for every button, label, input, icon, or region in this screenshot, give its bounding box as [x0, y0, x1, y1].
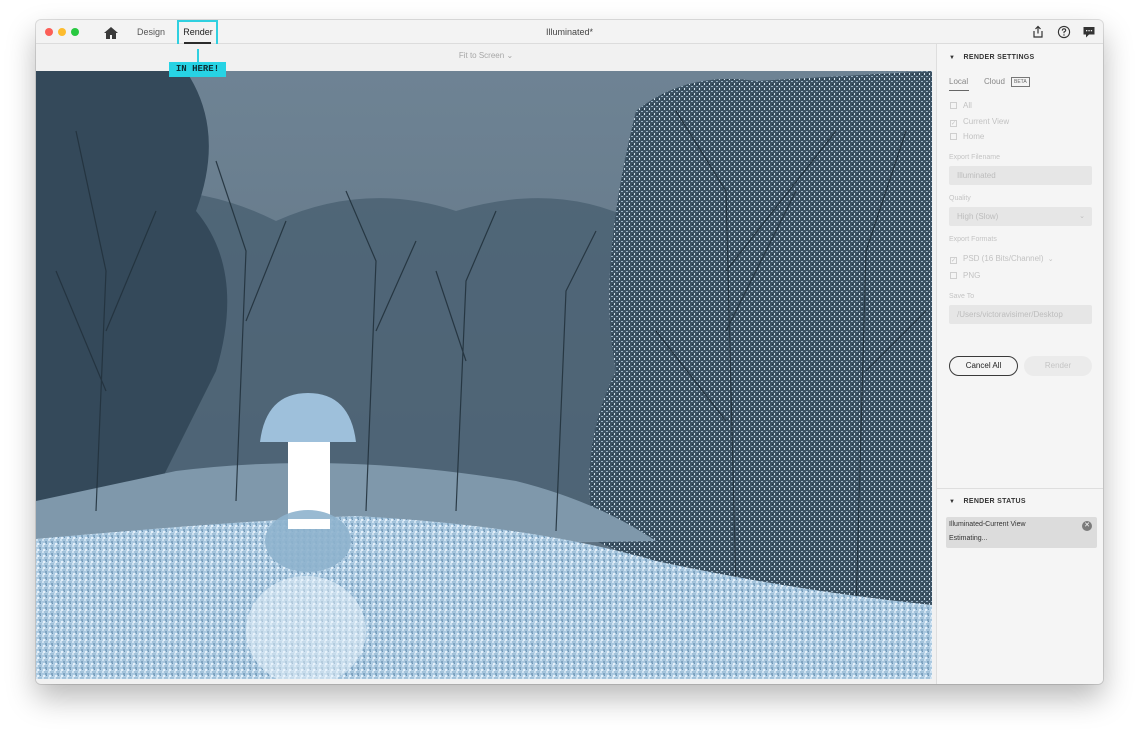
save-to-input[interactable]: /Users/victoravisimer/Desktop: [949, 305, 1092, 324]
cancel-all-button[interactable]: Cancel All: [949, 356, 1018, 376]
help-icon[interactable]: [1057, 25, 1071, 39]
chevron-down-icon: ⌄: [506, 51, 514, 60]
render-settings-header[interactable]: ▼ RENDER SETTINGS: [949, 54, 1035, 61]
home-icon[interactable]: [102, 25, 120, 41]
close-window-button[interactable]: [45, 28, 53, 36]
share-icon[interactable]: [1031, 25, 1045, 39]
render-job-card: Illuminated-Current View Estimating... ✕: [946, 517, 1097, 548]
save-to-value: /Users/victoravisimer/Desktop: [957, 310, 1063, 319]
render-status-header[interactable]: ▼ RENDER STATUS: [949, 498, 1026, 505]
callout-label: IN HERE!: [169, 62, 226, 77]
minimize-window-button[interactable]: [58, 28, 66, 36]
chevron-down-icon: ⌄: [1079, 213, 1085, 220]
checkbox-icon: [950, 102, 957, 109]
fit-to-screen-label: Fit to Screen: [458, 51, 505, 60]
panel-divider: [937, 488, 1103, 489]
export-filename-label: Export Filename: [949, 154, 1000, 161]
quality-select[interactable]: High (Slow) ⌄: [949, 207, 1092, 226]
scope-current-view-checkbox[interactable]: ✓ Current View: [950, 117, 1009, 127]
scope-home-checkbox[interactable]: Home: [950, 132, 984, 141]
chevron-down-icon[interactable]: ⌄: [1048, 256, 1054, 263]
render-status-heading: RENDER STATUS: [963, 498, 1026, 505]
cancel-job-icon[interactable]: ✕: [1082, 521, 1092, 531]
scope-all-checkbox[interactable]: All: [950, 101, 972, 110]
format-psd-checkbox[interactable]: ✓ PSD (16 Bits/Channel) ⌄: [950, 254, 1054, 264]
checkbox-icon: [950, 272, 957, 279]
tab-local[interactable]: Local: [949, 77, 968, 86]
active-subtab-indicator: [949, 90, 969, 91]
render-job-status: Estimating...: [949, 535, 988, 542]
scope-home-label: Home: [963, 132, 985, 141]
render-settings-heading: RENDER SETTINGS: [963, 54, 1035, 61]
quality-label: Quality: [949, 195, 971, 202]
scope-current-view-label: Current View: [963, 117, 1010, 126]
canvas-area: Fit to Screen ⌄: [36, 44, 936, 684]
format-psd-label: PSD (16 Bits/Channel): [963, 254, 1044, 263]
render-settings-panel: ▼ RENDER SETTINGS Local Cloud BETA All ✓…: [936, 44, 1103, 684]
format-png-label: PNG: [963, 271, 981, 280]
tab-cloud[interactable]: Cloud: [984, 77, 1005, 86]
format-png-checkbox[interactable]: PNG: [950, 271, 980, 280]
checkbox-checked-icon: ✓: [950, 120, 957, 127]
scene-image: [36, 71, 932, 679]
callout-connector: [197, 49, 199, 62]
scope-all-label: All: [963, 101, 972, 110]
fit-to-screen-dropdown[interactable]: Fit to Screen ⌄: [416, 51, 556, 60]
zoom-window-button[interactable]: [71, 28, 79, 36]
feedback-icon[interactable]: [1082, 25, 1096, 39]
chevron-down-icon: ▼: [949, 55, 956, 61]
chevron-down-icon: ▼: [949, 499, 956, 505]
save-to-label: Save To: [949, 293, 975, 300]
export-formats-label: Export Formats: [949, 236, 997, 243]
export-filename-input[interactable]: Illuminated: [949, 166, 1092, 185]
window-title: Illuminated*: [545, 27, 594, 37]
checkbox-checked-icon: ✓: [950, 257, 957, 264]
app-window: Design Render Illuminated* IN HERE! Fit …: [36, 20, 1103, 684]
render-button[interactable]: Render: [1024, 356, 1092, 376]
quality-value: High (Slow): [957, 212, 999, 221]
render-job-name: Illuminated-Current View: [949, 521, 1026, 528]
beta-badge: BETA: [1011, 77, 1030, 87]
render-viewport[interactable]: [36, 71, 932, 679]
tab-design[interactable]: Design: [134, 20, 168, 44]
export-filename-value: Illuminated: [957, 171, 996, 180]
checkbox-icon: [950, 133, 957, 140]
